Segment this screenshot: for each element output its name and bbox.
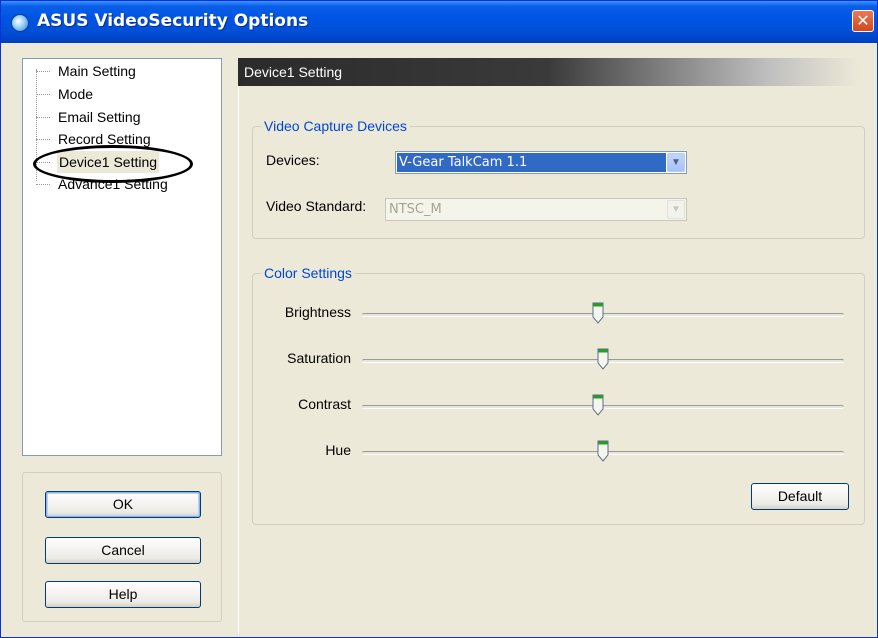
- hue-slider-thumb[interactable]: [597, 440, 609, 462]
- tree-item-label: Device1 Setting: [57, 151, 160, 173]
- video-standard-dropdown: NTSC_M ▼: [385, 198, 687, 221]
- slider-label-saturation: Saturation: [287, 350, 351, 366]
- help-button[interactable]: Help: [45, 581, 201, 608]
- chevron-down-icon: ▼: [667, 200, 685, 219]
- tree-connector: [36, 162, 50, 163]
- saturation-slider-thumb[interactable]: [597, 348, 609, 370]
- tree-connector-line: [36, 69, 37, 181]
- close-button[interactable]: ✕: [852, 10, 874, 32]
- tree-connector: [36, 71, 50, 72]
- chevron-down-icon[interactable]: ▼: [667, 153, 685, 172]
- tree-connector: [36, 184, 50, 185]
- devices-label: Devices:: [266, 152, 320, 168]
- contrast-slider-thumb[interactable]: [592, 394, 604, 416]
- app-icon: [11, 14, 29, 32]
- devices-dropdown[interactable]: V-Gear TalkCam 1.1 ▼: [395, 151, 687, 174]
- default-button[interactable]: Default: [751, 483, 849, 510]
- devices-dropdown-value: V-Gear TalkCam 1.1: [397, 153, 666, 172]
- section-header: Device1 Setting: [238, 58, 858, 86]
- ok-button[interactable]: OK: [45, 491, 201, 518]
- tree-item-label: Record Setting: [58, 131, 151, 147]
- tree-item-label: Mode: [58, 86, 94, 102]
- slider-label-hue: Hue: [325, 442, 351, 458]
- tree-connector: [36, 94, 50, 95]
- options-window: ASUS VideoSecurity Options ✕ Main Settin…: [0, 0, 878, 638]
- tree-item-label: Advance1 Setting: [58, 176, 168, 192]
- tree-item-label: Main Setting: [58, 63, 136, 79]
- tree-connector: [36, 139, 50, 140]
- brightness-slider-thumb[interactable]: [592, 302, 604, 324]
- video-standard-dropdown-value: NTSC_M: [389, 202, 442, 217]
- tree-connector: [36, 117, 50, 118]
- video-capture-group: Video Capture Devices: [252, 118, 865, 239]
- color-settings-group-title: Color Settings: [261, 265, 355, 281]
- video-standard-label: Video Standard:: [266, 198, 367, 214]
- window-title: ASUS VideoSecurity Options: [37, 11, 309, 31]
- video-capture-group-title: Video Capture Devices: [261, 118, 410, 134]
- cancel-button[interactable]: Cancel: [45, 537, 201, 564]
- slider-label-contrast: Contrast: [298, 396, 351, 412]
- title-bar[interactable]: ASUS VideoSecurity Options ✕: [1, 1, 877, 43]
- settings-tree: Main Setting Mode Email Setting Record S…: [22, 58, 222, 456]
- tree-item-label: Email Setting: [58, 109, 141, 125]
- slider-label-brightness: Brightness: [284, 304, 351, 320]
